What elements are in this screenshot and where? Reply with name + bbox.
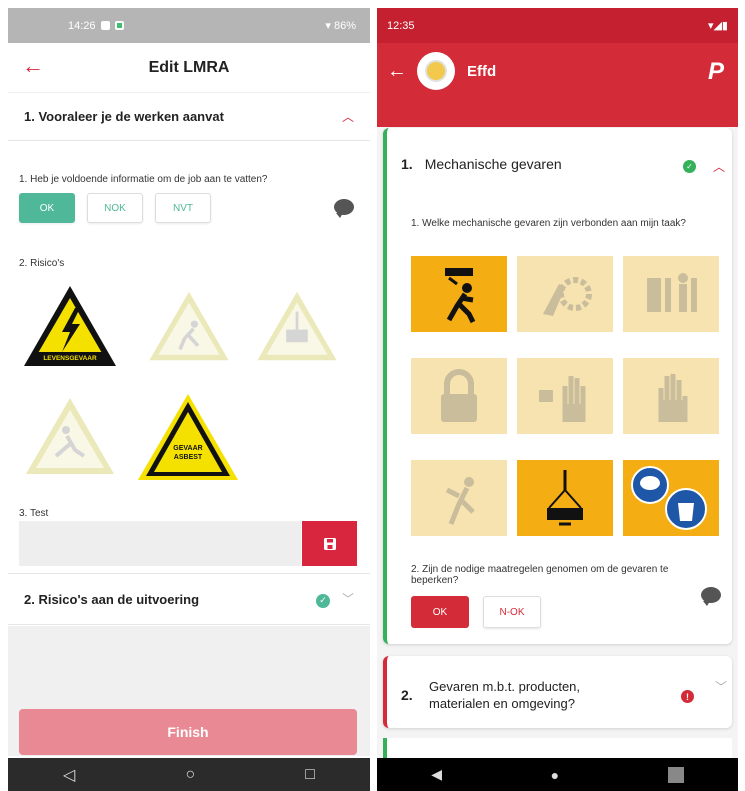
card-mechanische-gevaren: 1. Mechanische gevaren ✓ ︿ 1. Welke mecha… bbox=[383, 128, 732, 644]
status-time: 12:35 bbox=[387, 19, 415, 32]
chevron-down-icon[interactable]: ﹀ bbox=[342, 592, 354, 606]
slip-hazard-sign[interactable] bbox=[20, 392, 120, 480]
tile-falling-object[interactable] bbox=[411, 256, 507, 332]
sign-label: ASBEST bbox=[174, 454, 203, 461]
ok-button[interactable]: OK bbox=[411, 596, 469, 628]
wifi-icon: ▾ bbox=[325, 20, 331, 32]
tile-suspended-load[interactable] bbox=[517, 460, 613, 536]
hand-plug-icon bbox=[539, 376, 586, 422]
header-band bbox=[377, 99, 738, 127]
falling-object-icon bbox=[445, 268, 476, 324]
page-title: Edit LMRA bbox=[148, 58, 230, 76]
question-2-text: 2. Zijn de nodige maatregelen genomen om… bbox=[411, 564, 669, 586]
impact-icon bbox=[445, 477, 475, 525]
tile-hand-plug[interactable] bbox=[517, 358, 613, 434]
card-gevaren-producten[interactable]: 2. Gevaren m.b.t. producten, materialen … bbox=[383, 656, 732, 728]
section-1-title: 1. Vooraleer je de werken aanvat bbox=[24, 109, 224, 124]
status-time: 14:26 bbox=[68, 19, 96, 32]
chevron-down-icon[interactable]: ﹀ bbox=[715, 678, 727, 695]
status-right: ▾ 86% bbox=[325, 19, 356, 32]
chevron-up-icon[interactable]: ︿ bbox=[713, 158, 725, 175]
nav-back-icon[interactable]: ◁ bbox=[63, 765, 75, 785]
check-icon: ✓ bbox=[315, 593, 330, 608]
comment-icon[interactable] bbox=[334, 199, 354, 218]
question-2-text: 2. Risico's bbox=[19, 258, 65, 269]
question-1-text: 1. Welke mechanische gevaren zijn verbon… bbox=[411, 218, 686, 229]
avatar[interactable] bbox=[417, 52, 455, 90]
section-2-header[interactable]: 2. Risico's aan de uitvoering ✓ ﹀ bbox=[8, 573, 370, 625]
levensgevaar-sign[interactable]: LEVENSGEVAAR bbox=[20, 282, 120, 370]
android-nav-bar: ◀ ● bbox=[377, 758, 738, 791]
check-icon: ✓ bbox=[683, 160, 696, 173]
card-1-header[interactable]: 1. Mechanische gevaren bbox=[401, 156, 562, 172]
suspended-load-sign[interactable] bbox=[252, 282, 342, 370]
signal-icon: ▾◢▮ bbox=[707, 20, 728, 32]
question-1-options: OK NOK NVT bbox=[19, 193, 279, 223]
app-bar: ← Edit LMRA bbox=[8, 43, 370, 93]
finish-button[interactable]: Finish bbox=[19, 709, 357, 755]
arrow-left-icon[interactable]: ← bbox=[22, 55, 44, 77]
comment-icon[interactable] bbox=[701, 587, 721, 606]
nok-button[interactable]: NOK bbox=[87, 193, 143, 223]
brand-logo: P bbox=[707, 58, 724, 85]
nok-button[interactable]: N-OK bbox=[483, 596, 541, 628]
tile-impact[interactable] bbox=[411, 460, 507, 536]
notification-icon bbox=[100, 21, 110, 31]
app-bar: ← Effd P bbox=[377, 43, 738, 99]
tile-gear-entanglement[interactable] bbox=[517, 256, 613, 332]
sign-label: LEVENSGEVAAR bbox=[43, 355, 97, 362]
tile-padlock[interactable] bbox=[411, 358, 507, 434]
card-1-title: Mechanische gevaren bbox=[424, 156, 562, 172]
fall-from-height-sign[interactable] bbox=[144, 282, 234, 370]
card-3-partial[interactable] bbox=[383, 738, 732, 758]
gear-icon bbox=[543, 277, 592, 316]
section-2-status: ✓ ﹀ bbox=[315, 590, 354, 608]
android-nav-bar: ◁ ○ □ bbox=[8, 758, 370, 791]
padlock-icon bbox=[441, 369, 477, 422]
nav-recents-icon[interactable]: □ bbox=[305, 766, 315, 784]
question-1: 1. Heb je voldoende informatie om de job… bbox=[19, 174, 279, 223]
battery-level: 86% bbox=[333, 20, 356, 32]
nvt-button[interactable]: NVT bbox=[155, 193, 211, 223]
section-1-header[interactable]: 1. Vooraleer je de werken aanvat ︿ bbox=[8, 93, 370, 141]
nav-back-icon[interactable]: ◀ bbox=[431, 766, 442, 783]
error-icon: ! bbox=[681, 690, 694, 703]
tile-ppe-goggles-mask[interactable] bbox=[623, 460, 719, 536]
chevron-up-icon[interactable]: ︿ bbox=[342, 108, 354, 125]
nav-home-icon[interactable]: ○ bbox=[185, 766, 195, 784]
arrow-left-icon[interactable]: ← bbox=[387, 60, 407, 83]
question-1-text: 1. Heb je voldoende informatie om de job… bbox=[19, 174, 268, 185]
tile-glove[interactable] bbox=[623, 358, 719, 434]
question-3-text: 3. Test bbox=[19, 508, 49, 519]
suspended-load-icon bbox=[547, 470, 583, 526]
tile-crushing-door[interactable] bbox=[623, 256, 719, 332]
right-phone-screen: 12:35 ▾◢▮ ← Effd P 1. Mechanische gevaren… bbox=[377, 8, 738, 791]
status-bar: 14:26 ▾ 86% bbox=[8, 8, 370, 43]
nav-home-icon[interactable]: ● bbox=[551, 767, 559, 783]
sign-label: GEVAAR bbox=[173, 445, 202, 452]
card-1-number: 1. bbox=[401, 156, 413, 172]
gevaar-asbest-sign[interactable]: GEVAAR ASBEST bbox=[136, 392, 240, 482]
left-phone-screen: 14:26 ▾ 86% ← Edit LMRA 1. Vooraleer je … bbox=[8, 8, 370, 791]
card-2-title: Gevaren m.b.t. producten, materialen en … bbox=[429, 679, 581, 711]
card-2-number: 2. bbox=[401, 687, 413, 703]
test-input[interactable] bbox=[19, 521, 301, 566]
ok-button[interactable]: OK bbox=[19, 193, 75, 223]
ppe-goggles-mask-icon bbox=[631, 466, 707, 530]
glove-icon bbox=[658, 374, 688, 422]
section-2-title: 2. Risico's aan de uitvoering bbox=[24, 591, 200, 607]
floppy-icon bbox=[323, 537, 336, 550]
save-button[interactable] bbox=[302, 521, 357, 566]
avatar-face bbox=[425, 60, 447, 82]
status-bar: 12:35 ▾◢▮ bbox=[377, 8, 738, 43]
user-name: Effd bbox=[467, 62, 497, 80]
nav-recents-icon[interactable] bbox=[667, 766, 684, 783]
crushing-door-icon bbox=[647, 273, 697, 312]
status-time-group: 14:26 bbox=[68, 20, 124, 32]
app-icon bbox=[114, 21, 124, 31]
